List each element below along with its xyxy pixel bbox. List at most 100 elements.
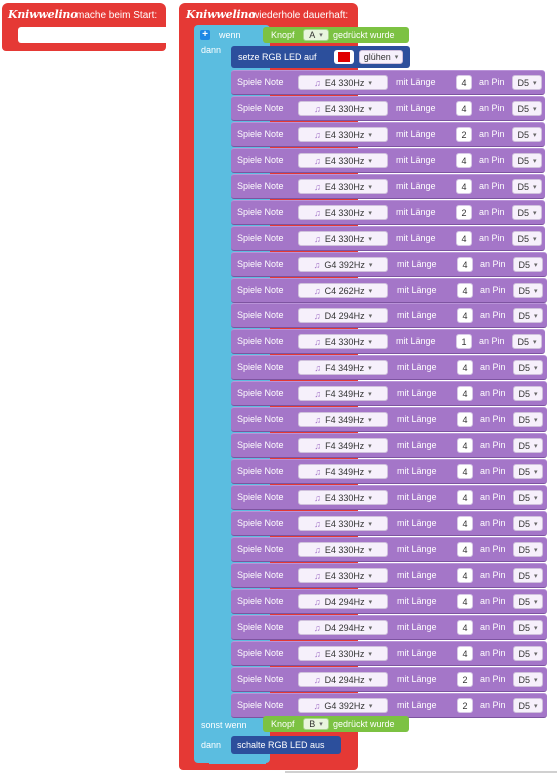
pin-select[interactable]: D5 ▾ <box>513 672 543 687</box>
pin-select[interactable]: D5 ▾ <box>513 438 543 453</box>
pin-select[interactable]: D5 ▾ <box>513 594 543 609</box>
pin-select[interactable]: D5 ▾ <box>513 516 543 531</box>
note-length-input[interactable]: 4 <box>456 179 472 194</box>
play-note-block[interactable]: Spiele Note ♫ D4 294Hz ▾ mit Länge 4 an … <box>231 615 547 640</box>
play-note-block[interactable]: Spiele Note ♫ E4 330Hz ▾ mit Länge 4 an … <box>231 641 547 666</box>
pin-select[interactable]: D5 ▾ <box>513 283 543 298</box>
note-length-input[interactable]: 4 <box>456 101 472 116</box>
pin-select[interactable]: D5 ▾ <box>512 127 542 142</box>
play-note-block[interactable]: Spiele Note ♫ F4 349Hz ▾ mit Länge 4 an … <box>231 381 547 406</box>
note-select[interactable]: ♫ D4 294Hz ▾ <box>298 672 388 687</box>
pin-select[interactable]: D5 ▾ <box>512 205 542 220</box>
play-note-block[interactable]: Spiele Note ♫ E4 330Hz ▾ mit Länge 4 an … <box>231 511 547 536</box>
note-length-input[interactable]: 4 <box>457 464 473 479</box>
play-note-block[interactable]: Spiele Note ♫ E4 330Hz ▾ mit Länge 2 an … <box>231 200 545 225</box>
note-length-input[interactable]: 2 <box>456 127 472 142</box>
play-note-block[interactable]: Spiele Note ♫ C4 262Hz ▾ mit Länge 4 an … <box>231 278 547 303</box>
note-select[interactable]: ♫ E4 330Hz ▾ <box>298 490 388 505</box>
note-select[interactable]: ♫ F4 349Hz ▾ <box>298 412 388 427</box>
note-select[interactable]: ♫ E4 330Hz ▾ <box>298 101 388 116</box>
note-length-input[interactable]: 4 <box>457 594 473 609</box>
pin-select[interactable]: D5 ▾ <box>513 386 543 401</box>
note-length-input[interactable]: 2 <box>457 698 473 713</box>
pin-select[interactable]: D5 ▾ <box>513 646 543 661</box>
note-length-input[interactable]: 4 <box>457 646 473 661</box>
note-select[interactable]: ♫ G4 392Hz ▾ <box>298 698 388 713</box>
note-select[interactable]: ♫ E4 330Hz ▾ <box>298 127 388 142</box>
note-select[interactable]: ♫ F4 349Hz ▾ <box>298 360 388 375</box>
pin-select[interactable]: D5 ▾ <box>513 542 543 557</box>
note-select[interactable]: ♫ D4 294Hz ▾ <box>298 308 388 323</box>
note-select[interactable]: ♫ E4 330Hz ▾ <box>298 334 388 349</box>
play-note-block[interactable]: Spiele Note ♫ E4 330Hz ▾ mit Länge 2 an … <box>231 122 545 147</box>
pin-select[interactable]: D5 ▾ <box>513 257 543 272</box>
note-length-input[interactable]: 1 <box>456 334 472 349</box>
play-note-block[interactable]: Spiele Note ♫ E4 330Hz ▾ mit Länge 4 an … <box>231 563 547 588</box>
note-length-input[interactable]: 2 <box>457 672 473 687</box>
play-note-block[interactable]: Spiele Note ♫ E4 330Hz ▾ mit Länge 4 an … <box>231 96 545 121</box>
play-note-block[interactable]: Spiele Note ♫ F4 349Hz ▾ mit Länge 4 an … <box>231 407 547 432</box>
play-note-block[interactable]: Spiele Note ♫ E4 330Hz ▾ mit Länge 1 an … <box>231 329 545 354</box>
note-length-input[interactable]: 4 <box>457 438 473 453</box>
note-length-input[interactable]: 4 <box>457 568 473 583</box>
play-note-block[interactable]: Spiele Note ♫ E4 330Hz ▾ mit Länge 4 an … <box>231 70 545 95</box>
note-select[interactable]: ♫ E4 330Hz ▾ <box>298 179 388 194</box>
note-select[interactable]: ♫ F4 349Hz ▾ <box>298 464 388 479</box>
note-select[interactable]: ♫ E4 330Hz ▾ <box>298 516 388 531</box>
note-length-input[interactable]: 2 <box>456 205 472 220</box>
pin-select[interactable]: D5 ▾ <box>512 231 542 246</box>
note-length-input[interactable]: 4 <box>457 412 473 427</box>
rgb-led-off-block[interactable]: schalte RGB LED aus <box>231 736 341 754</box>
note-select[interactable]: ♫ D4 294Hz ▾ <box>298 594 388 609</box>
pin-select[interactable]: D5 ▾ <box>512 75 542 90</box>
note-select[interactable]: ♫ E4 330Hz ▾ <box>298 75 388 90</box>
note-select[interactable]: ♫ F4 349Hz ▾ <box>298 386 388 401</box>
play-note-block[interactable]: Spiele Note ♫ F4 349Hz ▾ mit Länge 4 an … <box>231 355 547 380</box>
note-select[interactable]: ♫ F4 349Hz ▾ <box>298 438 388 453</box>
pin-select[interactable]: D5 ▾ <box>513 308 543 323</box>
mutator-plus-icon[interactable]: + <box>200 30 210 40</box>
pin-select[interactable]: D5 ▾ <box>513 490 543 505</box>
note-length-input[interactable]: 4 <box>457 516 473 531</box>
button-condition-b[interactable]: Knopf B ▾ gedrückt wurde <box>263 716 409 732</box>
rgb-color-swatch[interactable] <box>334 50 354 64</box>
pin-select[interactable]: D5 ▾ <box>513 360 543 375</box>
set-rgb-led-block[interactable]: setze RGB LED auf glühen ▾ <box>231 46 410 68</box>
button-select-b[interactable]: B ▾ <box>303 718 329 730</box>
note-select[interactable]: ♫ E4 330Hz ▾ <box>298 568 388 583</box>
note-select[interactable]: ♫ E4 330Hz ▾ <box>298 231 388 246</box>
rgb-mode-select[interactable]: glühen ▾ <box>359 50 403 64</box>
play-note-block[interactable]: Spiele Note ♫ D4 294Hz ▾ mit Länge 2 an … <box>231 667 547 692</box>
pin-select[interactable]: D5 ▾ <box>512 334 542 349</box>
note-length-input[interactable]: 4 <box>456 231 472 246</box>
note-select[interactable]: ♫ E4 330Hz ▾ <box>298 205 388 220</box>
pin-select[interactable]: D5 ▾ <box>512 101 542 116</box>
note-length-input[interactable]: 4 <box>456 153 472 168</box>
play-note-block[interactable]: Spiele Note ♫ D4 294Hz ▾ mit Länge 4 an … <box>231 303 547 328</box>
note-length-input[interactable]: 4 <box>456 75 472 90</box>
note-length-input[interactable]: 4 <box>457 490 473 505</box>
pin-select[interactable]: D5 ▾ <box>512 179 542 194</box>
note-length-input[interactable]: 4 <box>457 308 473 323</box>
note-length-input[interactable]: 4 <box>457 620 473 635</box>
play-note-block[interactable]: Spiele Note ♫ E4 330Hz ▾ mit Länge 4 an … <box>231 537 547 562</box>
play-note-block[interactable]: Spiele Note ♫ D4 294Hz ▾ mit Länge 4 an … <box>231 589 547 614</box>
pin-select[interactable]: D5 ▾ <box>513 620 543 635</box>
pin-select[interactable]: D5 ▾ <box>513 464 543 479</box>
note-select[interactable]: ♫ C4 262Hz ▾ <box>298 283 388 298</box>
button-condition-a[interactable]: Knopf A ▾ gedrückt wurde <box>263 27 409 43</box>
pin-select[interactable]: D5 ▾ <box>513 698 543 713</box>
play-note-block[interactable]: Spiele Note ♫ E4 330Hz ▾ mit Länge 4 an … <box>231 174 545 199</box>
pin-select[interactable]: D5 ▾ <box>512 153 542 168</box>
button-select-a[interactable]: A ▾ <box>303 29 329 41</box>
start-block[interactable]: Kniwwelino mache beim Start: <box>2 3 166 51</box>
play-note-block[interactable]: Spiele Note ♫ E4 330Hz ▾ mit Länge 4 an … <box>231 485 547 510</box>
play-note-block[interactable]: Spiele Note ♫ F4 349Hz ▾ mit Länge 4 an … <box>231 433 547 458</box>
note-select[interactable]: ♫ E4 330Hz ▾ <box>298 542 388 557</box>
note-select[interactable]: ♫ G4 392Hz ▾ <box>298 257 388 272</box>
note-length-input[interactable]: 4 <box>457 283 473 298</box>
note-length-input[interactable]: 4 <box>457 257 473 272</box>
note-length-input[interactable]: 4 <box>457 360 473 375</box>
note-select[interactable]: ♫ E4 330Hz ▾ <box>298 153 388 168</box>
pin-select[interactable]: D5 ▾ <box>513 412 543 427</box>
